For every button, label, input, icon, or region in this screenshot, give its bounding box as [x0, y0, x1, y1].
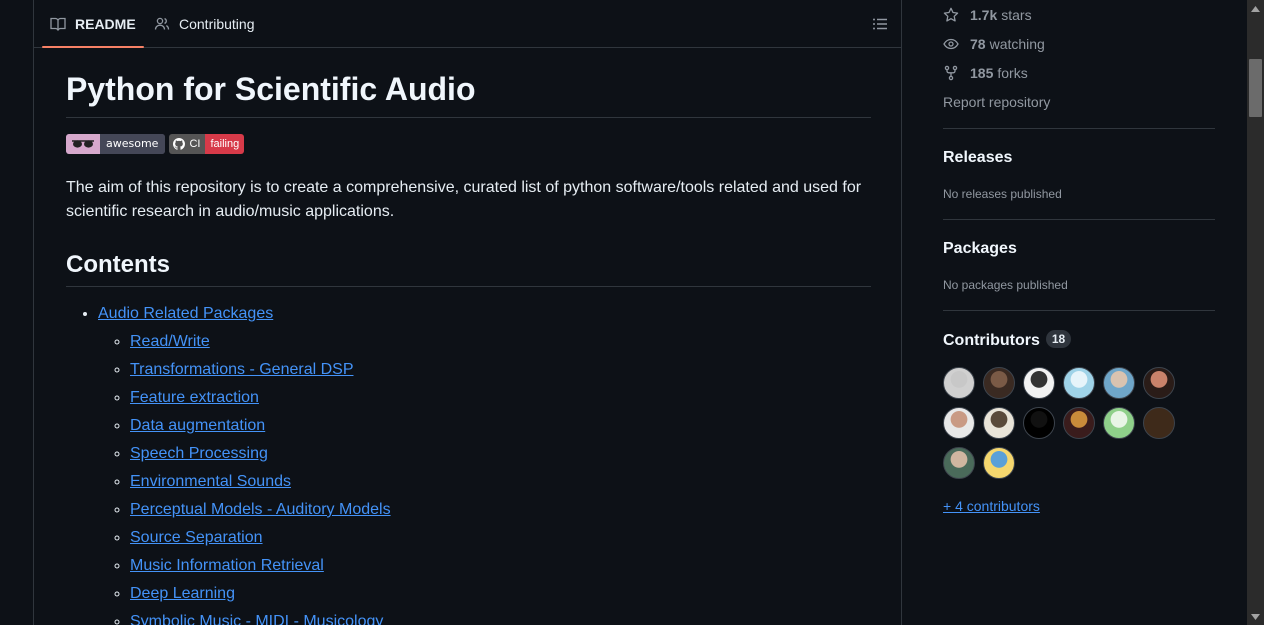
outline-button[interactable] [869, 13, 891, 35]
contributor-avatar[interactable] [983, 447, 1015, 479]
contributors-label: Contributors [943, 332, 1040, 349]
tab-readme-label: README [75, 15, 136, 32]
forks-label: forks [997, 65, 1028, 81]
toc-subitem: Environmental Sounds [130, 470, 391, 494]
scroll-up-arrow-icon[interactable] [1247, 0, 1264, 17]
contributor-avatar[interactable] [943, 407, 975, 439]
watching-label: watching [989, 36, 1045, 52]
toc-item-audio-related-packages: Audio Related Packages Read/Write Transf… [98, 302, 391, 625]
people-icon [154, 17, 170, 30]
tab-readme[interactable]: README [42, 0, 144, 48]
stars-link[interactable]: 1.7k stars [943, 5, 1032, 25]
toc-subitem: Data augmentation [130, 414, 391, 438]
watching-link[interactable]: 78 watching [943, 34, 1045, 54]
toc-link-deep-learning[interactable]: Deep Learning [130, 585, 235, 602]
toc-link-mir[interactable]: Music Information Retrieval [130, 557, 324, 574]
page-title: Python for Scientific Audio [66, 69, 871, 118]
toc-link-source-separation[interactable]: Source Separation [130, 529, 263, 546]
awesome-badge[interactable]: awesome [66, 134, 166, 154]
scroll-down-arrow-icon[interactable] [1247, 608, 1264, 625]
toc-subitem: Symbolic Music - MIDI - Musicology [130, 610, 391, 625]
contributor-avatar[interactable] [1023, 367, 1055, 399]
toc-link-read-write[interactable]: Read/Write [130, 333, 210, 350]
readme-tabs: README Contributing [34, 0, 901, 48]
repo-description: The aim of this repository is to create … [66, 179, 862, 220]
releases-note: No releases published [943, 187, 1062, 201]
toc-subitem: Deep Learning [130, 582, 391, 606]
contributor-avatar[interactable] [983, 367, 1015, 399]
ci-badge-status: failing [205, 134, 245, 154]
page-scrollbar[interactable] [1247, 0, 1264, 625]
ci-badge-left: CI [169, 134, 206, 154]
divider [943, 128, 1215, 129]
contributor-avatar[interactable] [943, 367, 975, 399]
toc-subitem: Source Separation [130, 526, 391, 550]
contributors-heading[interactable]: Contributors 18 [943, 330, 1072, 350]
scrollbar-thumb[interactable] [1249, 59, 1262, 117]
eye-icon [943, 38, 959, 50]
toc-link-audio-related-packages[interactable]: Audio Related Packages [98, 305, 273, 322]
toc-subitem: Perceptual Models - Auditory Models [130, 498, 391, 522]
toc-subitem: Read/Write [130, 330, 391, 354]
tab-contributing[interactable]: Contributing [154, 0, 255, 47]
stars-label: stars [1001, 7, 1032, 23]
toc-link-feature-extraction[interactable]: Feature extraction [130, 389, 259, 406]
toc-list: Audio Related Packages Read/Write Transf… [66, 302, 391, 625]
ci-badge-label: CI [189, 138, 201, 150]
badges: awesome CI failing [66, 134, 245, 154]
stars-count: 1.7k [970, 7, 998, 23]
watching-count: 78 [970, 36, 986, 52]
github-icon [173, 138, 186, 150]
toc-link-environmental-sounds[interactable]: Environmental Sounds [130, 473, 291, 490]
contributor-avatar[interactable] [1143, 407, 1175, 439]
forks-link[interactable]: 185 forks [943, 63, 1028, 83]
contributor-avatar[interactable] [1103, 407, 1135, 439]
toc-link-speech-processing[interactable]: Speech Processing [130, 445, 268, 462]
contributor-avatar[interactable] [1023, 407, 1055, 439]
toc-subitem: Music Information Retrieval [130, 554, 391, 578]
toc-subitem: Transformations - General DSP [130, 358, 391, 382]
forks-count: 185 [970, 65, 994, 81]
contributor-avatar[interactable] [1063, 407, 1095, 439]
toc-subitem: Speech Processing [130, 442, 391, 466]
toc-link-perceptual-models[interactable]: Perceptual Models - Auditory Models [130, 501, 391, 518]
ci-badge[interactable]: CI failing [169, 134, 245, 154]
packages-heading[interactable]: Packages [943, 240, 1017, 258]
more-contributors-link[interactable]: + 4 contributors [943, 498, 1040, 514]
star-icon [943, 7, 959, 22]
readme-panel: README Contributing Python for Scientifi… [33, 0, 902, 625]
toc-subitem: Feature extraction [130, 386, 391, 410]
toc-sublist: Read/Write Transformations - General DSP… [98, 330, 391, 625]
contributor-avatar[interactable] [983, 407, 1015, 439]
contributors-count-badge: 18 [1045, 330, 1072, 348]
report-repository-link[interactable]: Report repository [943, 94, 1050, 110]
repo-forked-icon [944, 65, 958, 81]
sunglasses-icon [66, 134, 100, 154]
toc-link-transformations[interactable]: Transformations - General DSP [130, 361, 353, 378]
packages-note: No packages published [943, 278, 1068, 292]
tab-contributing-label: Contributing [179, 15, 255, 32]
awesome-badge-label: awesome [100, 134, 166, 154]
toc-link-data-augmentation[interactable]: Data augmentation [130, 417, 265, 434]
contributor-avatar[interactable] [1143, 367, 1175, 399]
contents-heading: Contents [66, 250, 871, 287]
divider [943, 310, 1215, 311]
book-icon [50, 17, 66, 31]
contributor-avatar[interactable] [1103, 367, 1135, 399]
releases-heading[interactable]: Releases [943, 149, 1012, 167]
toc-link-symbolic-music[interactable]: Symbolic Music - MIDI - Musicology [130, 613, 383, 625]
contributor-avatar[interactable] [943, 447, 975, 479]
divider [943, 219, 1215, 220]
contributor-avatar[interactable] [1063, 367, 1095, 399]
list-unordered-icon [873, 18, 887, 30]
